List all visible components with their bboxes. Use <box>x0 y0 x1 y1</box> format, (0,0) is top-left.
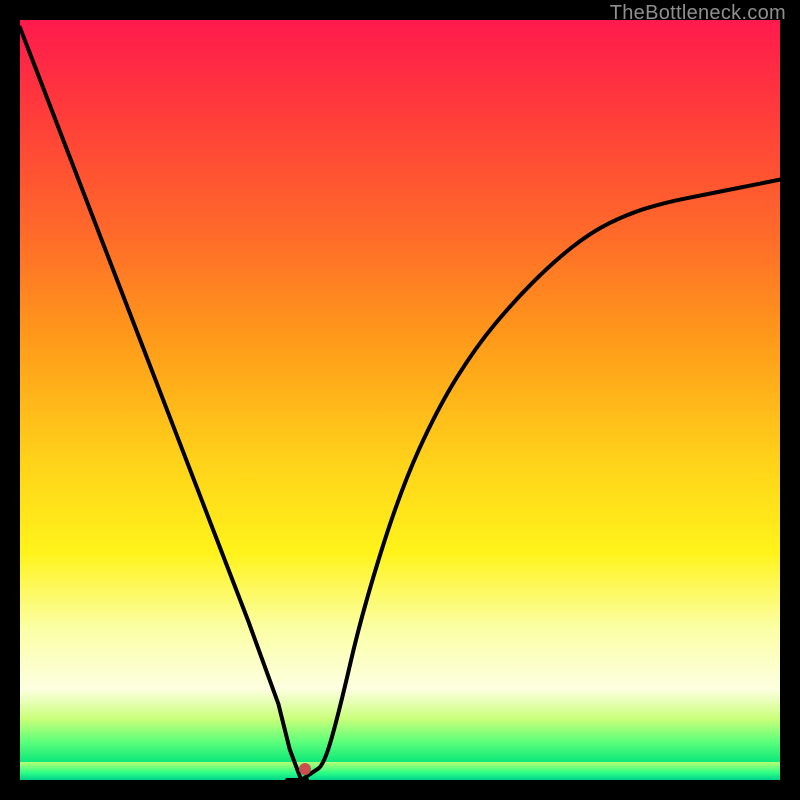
plot-area <box>20 20 780 780</box>
bottleneck-curve <box>20 20 780 780</box>
chart-stage: TheBottleneck.com <box>0 0 800 800</box>
optimal-point-marker <box>299 763 311 775</box>
